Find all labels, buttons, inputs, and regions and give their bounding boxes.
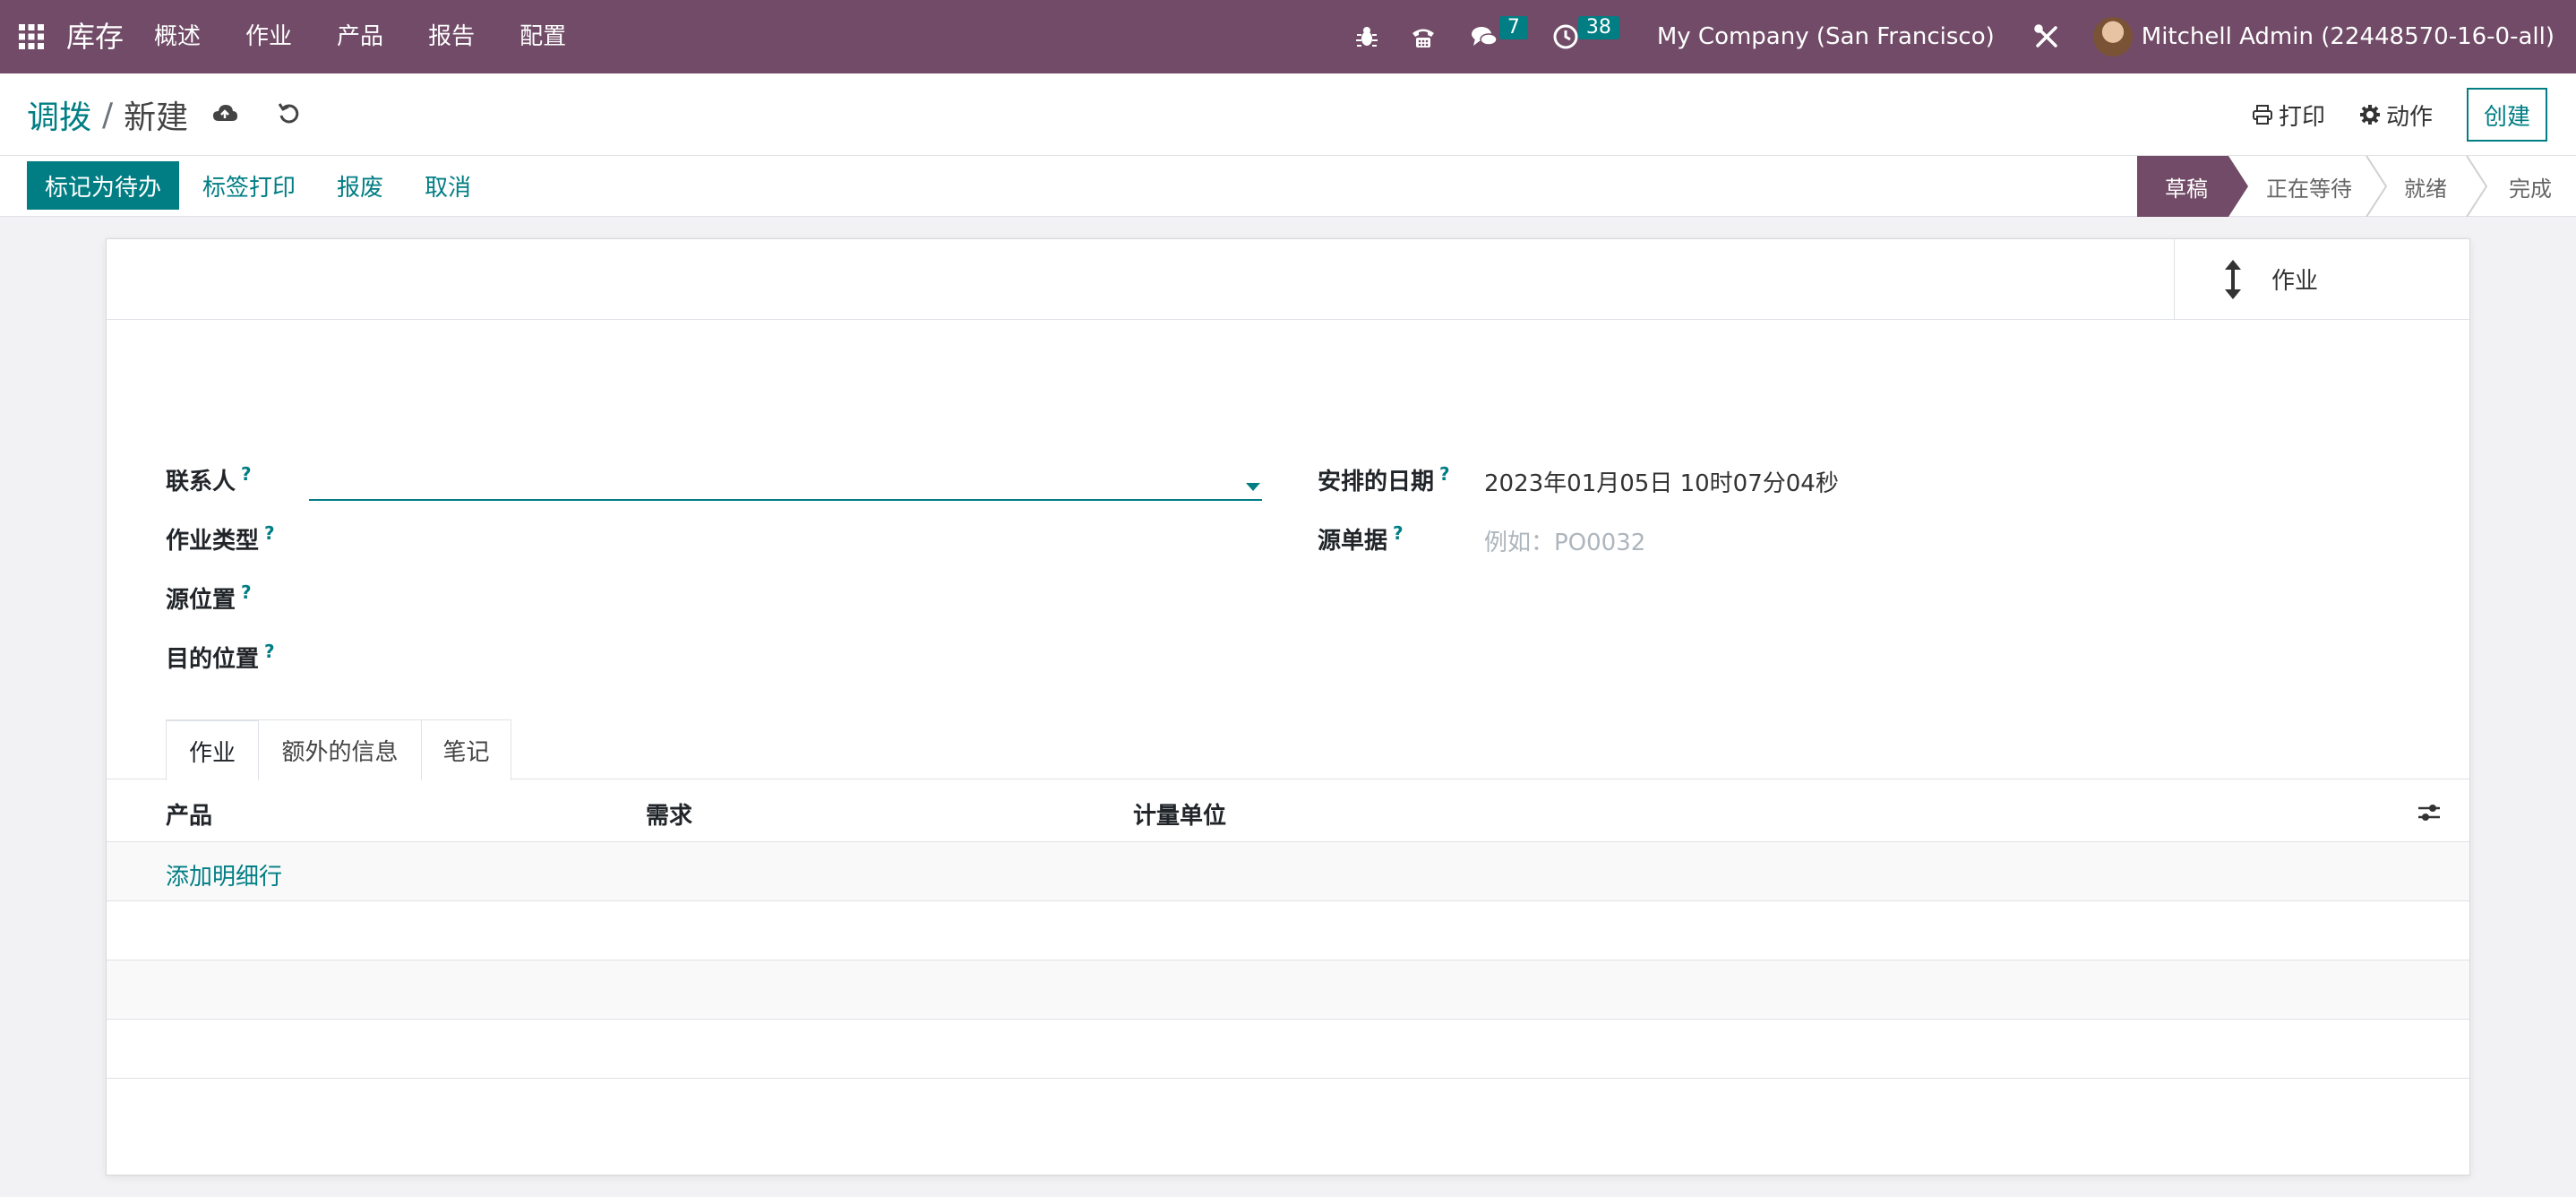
stage-done[interactable]: 完成 <box>2485 156 2576 217</box>
tab-notes[interactable]: 笔记 <box>422 719 511 780</box>
activities-clock-icon[interactable]: 38 <box>1541 0 1630 73</box>
dest-location-label: 目的位置? <box>166 641 275 674</box>
stage-waiting[interactable]: 正在等待 <box>2248 156 2370 217</box>
menu-operations[interactable]: 作业 <box>245 0 292 73</box>
control-actions: 打印 动作 创建 <box>2252 73 2576 156</box>
create-button[interactable]: 创建 <box>2467 88 2547 142</box>
table-row <box>107 960 2469 1020</box>
control-panel: 调拨 / 新建 打印 动作 创建 <box>0 73 2576 156</box>
debug-bug-icon[interactable] <box>1342 0 1392 73</box>
print-button[interactable]: 打印 <box>2252 99 2325 132</box>
scheduled-date-label: 安排的日期? <box>1318 463 1450 496</box>
form-statusbar: 标记为待办 标签打印 报废 取消 草稿 正在等待 就绪 完成 <box>0 156 2576 217</box>
status-stages: 草稿 正在等待 就绪 完成 <box>2137 156 2576 217</box>
scheduled-date-label-text: 安排的日期 <box>1318 469 1435 495</box>
activities-count-badge: 38 <box>1577 16 1619 39</box>
tab-extra-info[interactable]: 额外的信息 <box>259 719 422 780</box>
stage-ready[interactable]: 就绪 <box>2381 156 2470 217</box>
action-button[interactable]: 动作 <box>2359 99 2433 132</box>
dest-location-help-icon[interactable]: ? <box>264 641 275 662</box>
operations-smart-label: 作业 <box>2271 268 2319 295</box>
column-product[interactable]: 产品 <box>166 797 212 831</box>
cancel-button[interactable]: 取消 <box>425 161 471 210</box>
origin-input[interactable]: 例如：PO0032 <box>1484 524 1645 557</box>
smart-button-box: 作业 <box>107 239 2469 320</box>
notebook-tabs: 作业 额外的信息 笔记 <box>166 719 511 780</box>
menu-overview[interactable]: 概述 <box>154 0 201 73</box>
stage-draft: 草稿 <box>2165 176 2208 202</box>
scheduled-date-input[interactable]: 2023年01月05日 10时07分04秒 <box>1484 465 1839 498</box>
user-avatar[interactable] <box>2092 17 2133 56</box>
source-location-label: 源位置? <box>166 581 252 615</box>
print-labels-button[interactable]: 标签打印 <box>202 161 296 210</box>
company-switcher[interactable]: My Company (San Francisco) <box>1657 23 1995 50</box>
main-menu: 概述 作业 产品 报告 配置 <box>154 0 611 73</box>
dest-location-label-text: 目的位置 <box>166 646 260 673</box>
table-row: 添加明细行 <box>107 842 2469 901</box>
messages-chat-icon[interactable]: 7 <box>1455 0 1541 73</box>
messages-count-badge: 7 <box>1498 16 1528 39</box>
menu-configuration[interactable]: 配置 <box>519 0 566 73</box>
app-name[interactable]: 库存 <box>66 0 124 73</box>
print-icon <box>2252 105 2272 125</box>
operation-type-label-text: 作业类型 <box>166 528 260 555</box>
user-menu[interactable]: Mitchell Admin (22448570-16-0-all) <box>2142 23 2555 50</box>
chevron-down-icon[interactable] <box>1246 483 1260 491</box>
operations-smart-button[interactable]: 作业 <box>2174 239 2469 319</box>
tab-operations[interactable]: 作业 <box>166 719 259 780</box>
menu-products[interactable]: 产品 <box>337 0 383 73</box>
apps-menu-icon[interactable] <box>0 0 63 73</box>
move-lines-table-header: 产品 需求 计量单位 <box>107 779 2469 842</box>
breadcrumb-current: 新建 <box>124 99 189 136</box>
menu-reporting[interactable]: 报告 <box>428 0 475 73</box>
discard-undo-icon[interactable] <box>274 99 305 129</box>
optional-columns-icon[interactable] <box>2416 799 2443 826</box>
breadcrumb: 调拨 / 新建 <box>27 91 188 138</box>
top-navbar: 库存 概述 作业 产品 报告 配置 7 38 My Company (San F… <box>0 0 2576 73</box>
save-cloud-icon[interactable] <box>210 99 240 129</box>
origin-label: 源单据? <box>1318 522 1404 555</box>
mark-as-todo-button[interactable]: 标记为待办 <box>27 161 179 210</box>
origin-label-text: 源单据 <box>1318 528 1388 555</box>
operation-type-label: 作业类型? <box>166 522 275 555</box>
navbar-systray: 7 38 My Company (San Francisco) Mitchell… <box>1342 0 2576 73</box>
partner-label-text: 联系人 <box>166 469 236 495</box>
partner-input[interactable] <box>309 463 1262 501</box>
form-sheet: 作业 联系人? 作业类型? 源位置? 目的位置? 安排的日期? 2023年01月… <box>106 238 2470 1175</box>
operation-type-help-icon[interactable]: ? <box>264 522 275 544</box>
add-line-link[interactable]: 添加明细行 <box>166 858 282 891</box>
breadcrumb-parent[interactable]: 调拨 <box>27 91 91 138</box>
tools-icon[interactable] <box>2029 0 2065 73</box>
vertical-arrows-icon <box>2225 259 2241 299</box>
phone-icon[interactable] <box>1392 0 1455 73</box>
partner-help-icon[interactable]: ? <box>241 463 252 485</box>
breadcrumb-separator: / <box>102 96 114 133</box>
action-label: 动作 <box>2385 103 2433 131</box>
scheduled-date-help-icon[interactable]: ? <box>1439 463 1450 485</box>
table-row <box>107 901 2469 960</box>
column-uom[interactable]: 计量单位 <box>1133 797 1226 831</box>
print-label: 打印 <box>2278 103 2325 131</box>
source-location-label-text: 源位置 <box>166 587 236 614</box>
partner-label: 联系人? <box>166 463 252 496</box>
origin-help-icon[interactable]: ? <box>1393 522 1404 544</box>
column-demand[interactable]: 需求 <box>646 797 692 831</box>
scrap-button[interactable]: 报废 <box>337 161 383 210</box>
source-location-help-icon[interactable]: ? <box>241 581 252 603</box>
gear-icon <box>2359 105 2380 125</box>
table-row <box>107 1020 2469 1079</box>
